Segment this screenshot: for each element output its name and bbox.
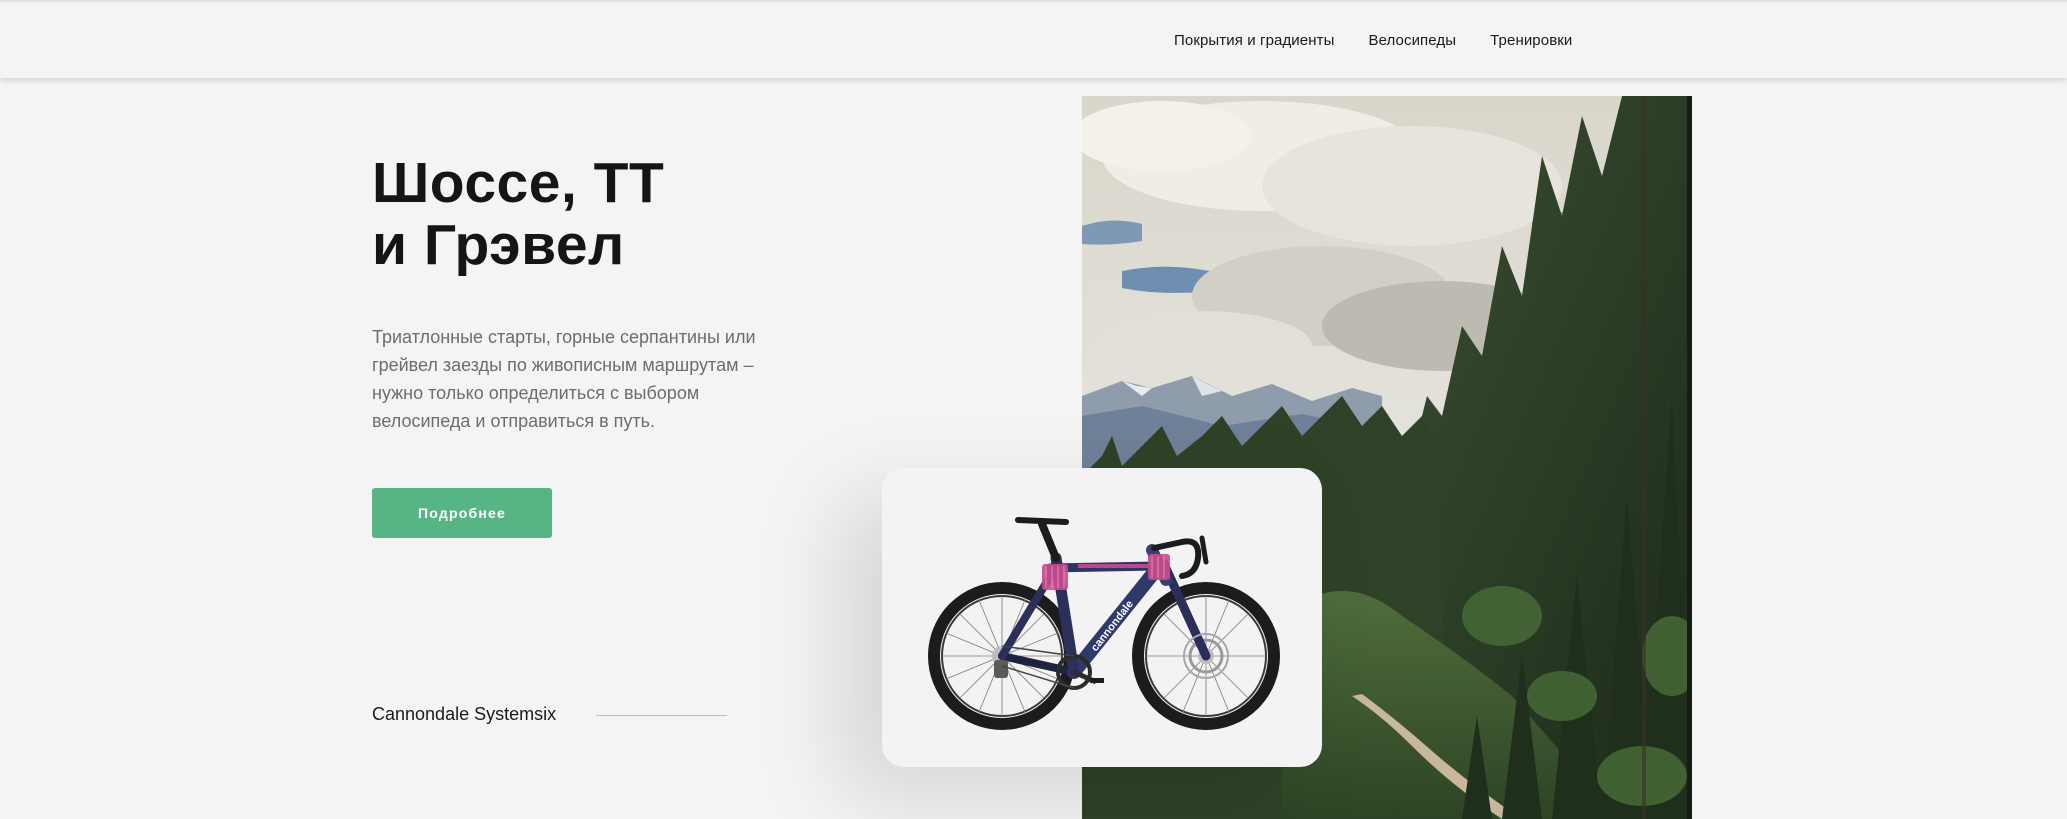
bike-card[interactable]: cannondale: [882, 468, 1322, 767]
model-divider-line: [596, 715, 727, 716]
main-nav: Покрытия и градиенты Велосипеды Трениров…: [1174, 2, 1572, 78]
page: Покрытия и градиенты Велосипеды Трениров…: [0, 0, 2067, 819]
hero-title: Шоссе, ТТ и Грэвел: [372, 152, 664, 276]
hero-description: Триатлонные старты, горные серпантины ил…: [372, 327, 756, 431]
nav-item-bicycles[interactable]: Велосипеды: [1368, 32, 1456, 49]
hero-title-line-2: и Грэвел: [372, 213, 625, 277]
nav-item-coatings-gradients[interactable]: Покрытия и градиенты: [1174, 32, 1334, 49]
bike-brand-text: cannondale: [1089, 598, 1136, 654]
hero-title-line-1: Шоссе, ТТ: [372, 151, 665, 215]
model-name: Cannondale Systemsix: [372, 704, 557, 724]
bike-illustration: cannondale: [928, 517, 1280, 730]
top-header: Покрытия и градиенты Велосипеды Трениров…: [0, 0, 2067, 78]
more-button[interactable]: Подробнее: [372, 488, 552, 538]
nav-item-trainings[interactable]: Тренировки: [1490, 32, 1572, 49]
